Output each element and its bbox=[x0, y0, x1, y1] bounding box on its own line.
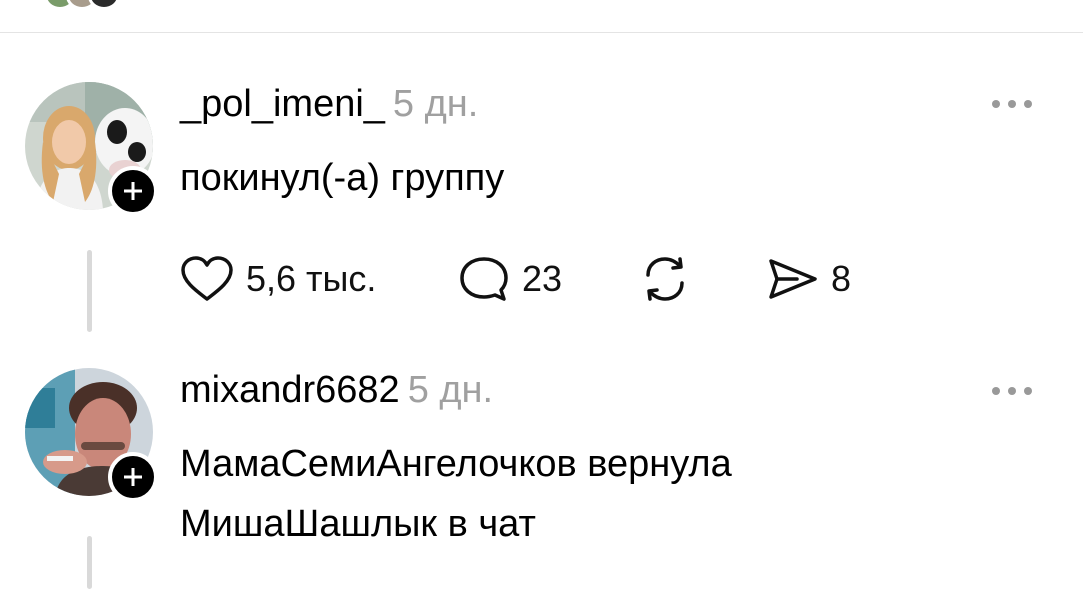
liked-by-avatars[interactable] bbox=[44, 0, 144, 10]
comment-count: 23 bbox=[522, 258, 563, 299]
post-header: mixandr6682 5 дн. bbox=[180, 368, 493, 412]
post-text-line: МишаШашлык в чат bbox=[180, 503, 536, 545]
share-count: 8 bbox=[831, 258, 852, 299]
post-text-line: покинул(-а) группу bbox=[180, 157, 505, 199]
heart-icon bbox=[181, 256, 233, 301]
post-header: _pol_imeni_ 5 дн. bbox=[180, 82, 478, 126]
username-link[interactable]: mixandr6682 bbox=[180, 369, 400, 411]
comment-icon bbox=[460, 257, 508, 301]
post-text-line: МамаСемиАнгелочков вернула bbox=[180, 443, 732, 485]
repost-button[interactable] bbox=[638, 254, 692, 304]
comment-button[interactable]: 23 bbox=[458, 254, 562, 304]
username-link[interactable]: _pol_imeni_ bbox=[180, 83, 385, 125]
post-time: 5 дн. bbox=[392, 83, 479, 125]
like-button[interactable]: 5,6 тыс. bbox=[180, 254, 376, 304]
liked-by-avatar bbox=[88, 0, 120, 10]
send-icon bbox=[769, 259, 817, 299]
more-icon[interactable] bbox=[990, 98, 1034, 110]
send-button[interactable]: 8 bbox=[765, 254, 851, 304]
thread-line bbox=[87, 250, 92, 332]
follow-plus-icon[interactable] bbox=[108, 166, 158, 216]
post-text: покинул(-а) группу bbox=[180, 148, 504, 208]
post-text: МамаСемиАнгелочков вернула МишаШашлык в … bbox=[180, 434, 732, 554]
post-divider bbox=[0, 32, 1083, 33]
follow-plus-icon[interactable] bbox=[108, 452, 158, 502]
more-icon[interactable] bbox=[990, 385, 1034, 397]
like-count: 5,6 тыс. bbox=[246, 258, 377, 299]
post-time: 5 дн. bbox=[407, 369, 494, 411]
repost-icon bbox=[646, 257, 684, 301]
thread-line bbox=[87, 536, 92, 589]
post-actions: 5,6 тыс. 23 8 bbox=[180, 254, 880, 304]
